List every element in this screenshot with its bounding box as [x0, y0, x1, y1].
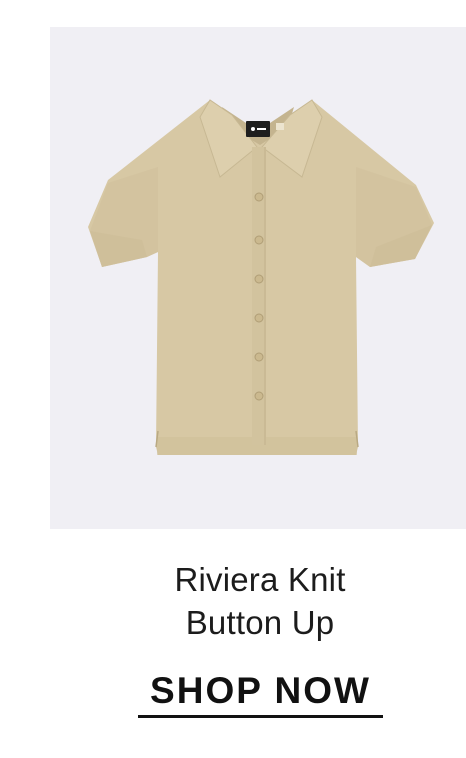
shop-now-underline	[138, 715, 383, 718]
product-image[interactable]	[50, 27, 466, 529]
product-name-line2: Button Up	[185, 604, 335, 641]
shop-now-link[interactable]: SHOP NOW	[138, 669, 383, 713]
tan-knit-shirt-icon	[88, 99, 434, 455]
product-name-line1: Riviera Knit	[174, 561, 346, 598]
